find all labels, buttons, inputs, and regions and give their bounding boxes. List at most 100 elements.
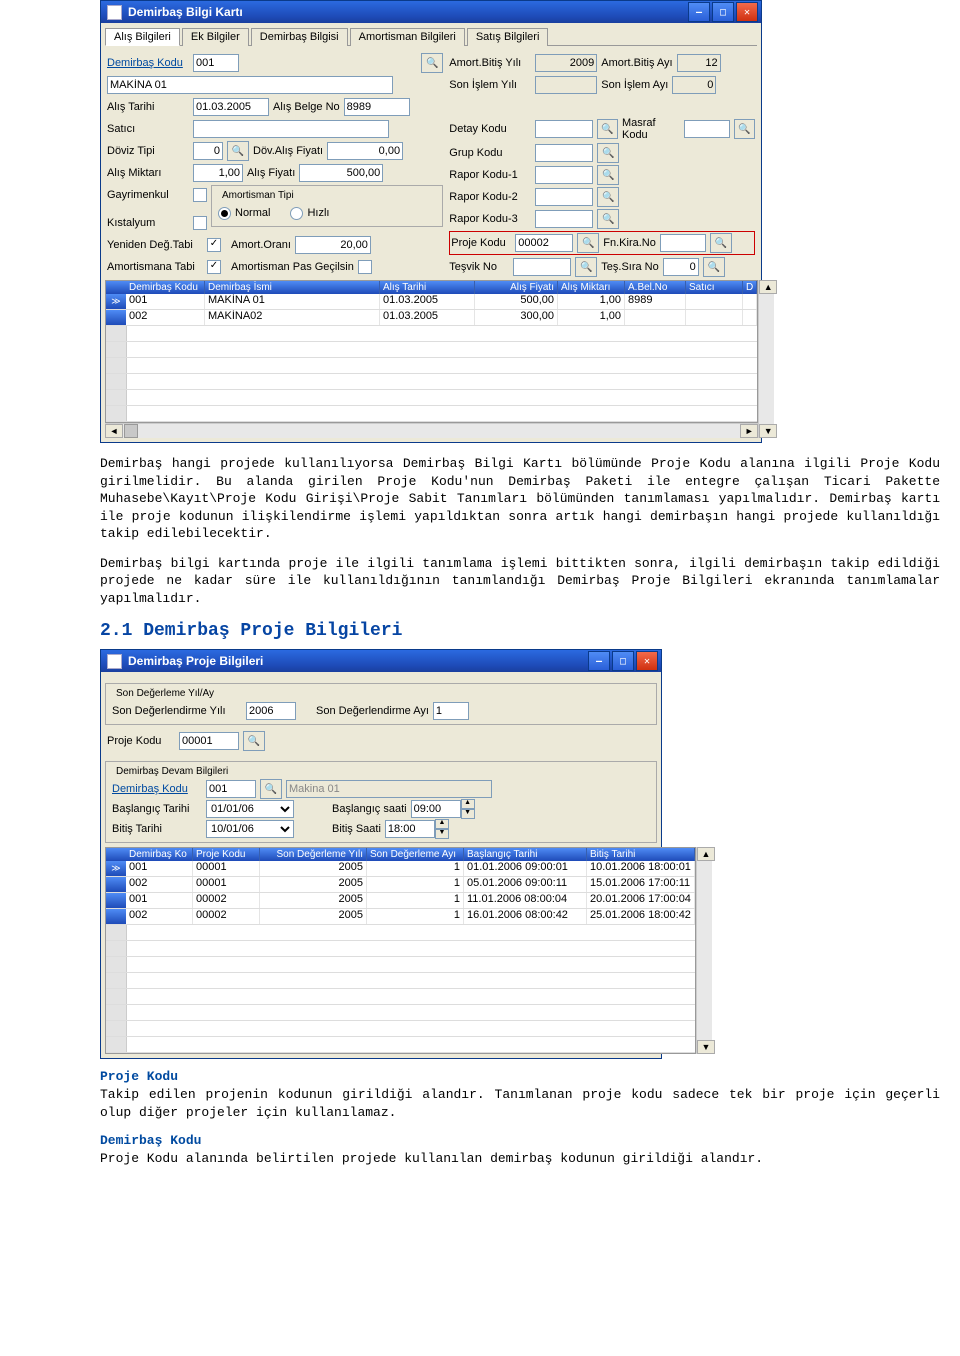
col-a-bel-no[interactable]: A.Bel.No bbox=[625, 281, 686, 294]
table-row[interactable]: 002000022005116.01.2006 08:00:4225.01.20… bbox=[106, 909, 695, 925]
select-baslangic-tarihi[interactable]: 01/01/06 bbox=[206, 800, 294, 818]
col-son-deg-ayi[interactable]: Son Değerleme Ayı bbox=[367, 848, 464, 861]
input-proje-kodu[interactable] bbox=[179, 732, 239, 750]
scroll-thumb[interactable] bbox=[124, 424, 138, 438]
tab-amortisman-bilgileri[interactable]: Amortisman Bilgileri bbox=[350, 28, 465, 46]
tab-satis-bilgileri[interactable]: Satış Bilgileri bbox=[467, 28, 549, 46]
spinner-up-icon[interactable]: ▲ bbox=[461, 799, 475, 809]
spinner-down-icon[interactable]: ▼ bbox=[435, 829, 449, 839]
lookup-icon[interactable]: 🔍 bbox=[597, 165, 619, 185]
table-row[interactable]: 002000012005105.01.2006 09:00:1115.01.20… bbox=[106, 877, 695, 893]
radio-normal[interactable] bbox=[218, 207, 231, 220]
input-demirbas-kodu[interactable] bbox=[206, 780, 256, 798]
input-son-deg-ayi[interactable] bbox=[433, 702, 469, 720]
lookup-icon[interactable]: 🔍 bbox=[577, 233, 599, 253]
input-rapor-kodu-3[interactable] bbox=[535, 210, 593, 228]
input-proje-kodu[interactable] bbox=[515, 234, 573, 252]
col-satici[interactable]: Satıcı bbox=[686, 281, 743, 294]
close-button[interactable]: ✕ bbox=[636, 651, 658, 671]
scrollbar-vertical[interactable]: ▲ ▼ bbox=[696, 847, 712, 1054]
col-proje-kodu[interactable]: Proje Kodu bbox=[193, 848, 260, 861]
table-row[interactable]: ≫001MAKİNA 0101.03.2005500,001,008989 bbox=[106, 294, 757, 310]
input-doviz-tipi[interactable] bbox=[193, 142, 223, 160]
label-demirbas-kodu[interactable]: Demirbaş Kodu bbox=[112, 783, 202, 795]
lookup-icon[interactable]: 🔍 bbox=[597, 143, 619, 163]
spinner-down-icon[interactable]: ▼ bbox=[461, 809, 475, 819]
input-detay-kodu[interactable] bbox=[535, 120, 593, 138]
input-grup-kodu[interactable] bbox=[535, 144, 593, 162]
minimize-button[interactable]: – bbox=[588, 651, 610, 671]
input-rapor-kodu-1[interactable] bbox=[535, 166, 593, 184]
label-demirbas-kodu[interactable]: Demirbaş Kodu bbox=[107, 57, 189, 69]
lookup-icon[interactable]: 🔍 bbox=[575, 257, 597, 277]
maximize-button[interactable]: □ bbox=[712, 2, 734, 22]
col-baslangic-tarihi[interactable]: Başlangıç Tarihi bbox=[464, 848, 587, 861]
input-tesvik-no[interactable] bbox=[513, 258, 571, 276]
input-amort-orani[interactable] bbox=[295, 236, 371, 254]
scrollbar-horizontal[interactable]: ◄ ► bbox=[105, 423, 758, 438]
grid-proje-list[interactable]: Demirbaş Ko Proje Kodu Son Değerleme Yıl… bbox=[105, 847, 696, 1054]
checkbox-kistalyum[interactable] bbox=[193, 216, 207, 230]
table-row[interactable]: ≫001000012005101.01.2006 09:00:0110.01.2… bbox=[106, 861, 695, 877]
maximize-button[interactable]: □ bbox=[612, 651, 634, 671]
col-alis-miktari[interactable]: Alış Miktarı bbox=[558, 281, 625, 294]
col-demirbas-kodu[interactable]: Demirbaş Kodu bbox=[126, 281, 205, 294]
tab-ek-bilgiler[interactable]: Ek Bilgiler bbox=[182, 28, 249, 46]
checkbox-yeniden-deg-tabi[interactable]: ✓ bbox=[207, 238, 221, 252]
titlebar[interactable]: Demirbaş Proje Bilgileri – □ ✕ bbox=[101, 650, 661, 672]
checkbox-amortisman-pas[interactable] bbox=[358, 260, 372, 274]
lookup-icon[interactable]: 🔍 bbox=[703, 257, 725, 277]
lookup-icon[interactable]: 🔍 bbox=[597, 119, 618, 139]
scroll-up-icon[interactable]: ▲ bbox=[697, 847, 715, 861]
input-satici[interactable] bbox=[193, 120, 389, 138]
select-bitis-tarihi[interactable]: 10/01/06 bbox=[206, 820, 294, 838]
input-alis-miktari[interactable] bbox=[193, 164, 243, 182]
input-demirbas-kodu[interactable] bbox=[193, 54, 239, 72]
close-button[interactable]: ✕ bbox=[736, 2, 758, 22]
titlebar[interactable]: Demirbaş Bilgi Kartı – □ ✕ bbox=[101, 1, 761, 23]
checkbox-amortismana-tabi[interactable]: ✓ bbox=[207, 260, 221, 274]
checkbox-gayrimenkul[interactable] bbox=[193, 188, 207, 202]
col-son-deg-yili[interactable]: Son Değerleme Yılı bbox=[260, 848, 367, 861]
tab-alis-bilgileri[interactable]: Alış Bilgileri bbox=[105, 28, 180, 46]
scroll-right-icon[interactable]: ► bbox=[740, 424, 758, 438]
table-row[interactable]: 002MAKİNA0201.03.2005300,001,00 bbox=[106, 310, 757, 326]
lookup-icon[interactable]: 🔍 bbox=[227, 141, 249, 161]
col-bitis-tarihi[interactable]: Bitiş Tarihi bbox=[587, 848, 695, 861]
tab-demirbas-bilgisi[interactable]: Demirbaş Bilgisi bbox=[251, 28, 348, 46]
input-masraf-kodu[interactable] bbox=[684, 120, 730, 138]
col-demirbas-ko[interactable]: Demirbaş Ko bbox=[126, 848, 193, 861]
scroll-left-icon[interactable]: ◄ bbox=[105, 424, 123, 438]
input-alis-fiyati[interactable] bbox=[299, 164, 383, 182]
input-son-deg-yili[interactable] bbox=[246, 702, 296, 720]
col-alis-fiyati[interactable]: Alış Fiyatı bbox=[475, 281, 558, 294]
input-demirbas-ismi[interactable] bbox=[107, 76, 393, 94]
lookup-icon[interactable]: 🔍 bbox=[597, 187, 619, 207]
grid-demirbas-list[interactable]: Demirbaş Kodu Demirbaş İsmi Alış Tarihi … bbox=[105, 280, 758, 423]
input-baslangic-saati[interactable] bbox=[411, 800, 461, 818]
lookup-icon[interactable]: 🔍 bbox=[734, 119, 755, 139]
input-fn-kira-no[interactable] bbox=[660, 234, 706, 252]
lookup-icon[interactable]: 🔍 bbox=[710, 233, 732, 253]
input-rapor-kodu-2[interactable] bbox=[535, 188, 593, 206]
scroll-down-icon[interactable]: ▼ bbox=[697, 1040, 715, 1054]
scroll-down-icon[interactable]: ▼ bbox=[759, 424, 777, 438]
lookup-icon[interactable]: 🔍 bbox=[260, 779, 282, 799]
col-alis-tarihi[interactable]: Alış Tarihi bbox=[380, 281, 475, 294]
scrollbar-vertical[interactable]: ▲ ▼ bbox=[758, 280, 774, 438]
input-dov-alis-fiyati[interactable] bbox=[327, 142, 403, 160]
input-alis-tarihi[interactable] bbox=[193, 98, 269, 116]
minimize-button[interactable]: – bbox=[688, 2, 710, 22]
col-demirbas-ismi[interactable]: Demirbaş İsmi bbox=[205, 281, 380, 294]
lookup-icon[interactable]: 🔍 bbox=[597, 209, 619, 229]
input-alis-belge-no[interactable] bbox=[344, 98, 410, 116]
input-bitis-saati[interactable] bbox=[385, 820, 435, 838]
lookup-icon[interactable]: 🔍 bbox=[421, 53, 443, 73]
spinner-up-icon[interactable]: ▲ bbox=[435, 819, 449, 829]
col-d[interactable]: D bbox=[743, 281, 757, 294]
table-row[interactable]: 001000022005111.01.2006 08:00:0420.01.20… bbox=[106, 893, 695, 909]
radio-hizli[interactable] bbox=[290, 207, 303, 220]
lookup-icon[interactable]: 🔍 bbox=[243, 731, 265, 751]
input-tes-sira-no[interactable] bbox=[663, 258, 699, 276]
scroll-up-icon[interactable]: ▲ bbox=[759, 280, 777, 294]
